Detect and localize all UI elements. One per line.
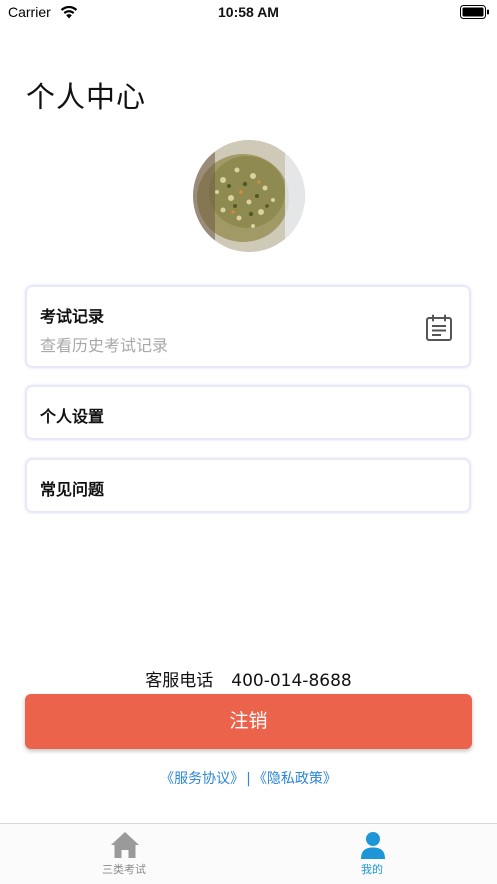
service-phone-label: 客服电话 xyxy=(145,671,214,691)
faq-title: 常见问题 xyxy=(40,480,105,499)
personal-settings-title: 个人设置 xyxy=(40,407,105,426)
service-phone-line: 客服电话 400-014-8688 xyxy=(0,666,497,691)
tab-mine[interactable]: 我的 xyxy=(248,824,496,884)
faq-card[interactable]: 常见问题 xyxy=(26,459,470,512)
service-phone-number[interactable]: 400-014-8688 xyxy=(231,671,351,691)
logout-button[interactable]: 注销 xyxy=(25,694,472,749)
avatar[interactable] xyxy=(193,140,305,252)
tab-three-class-exam-label: 三类考试 xyxy=(102,863,146,876)
tab-mine-label: 我的 xyxy=(361,863,383,876)
privacy-policy-link[interactable]: 《隐私政策》 xyxy=(253,771,337,787)
personal-settings-card[interactable]: 个人设置 xyxy=(26,386,470,439)
avatar-image xyxy=(193,140,305,252)
page-title: 个人中心 xyxy=(26,80,147,114)
tab-three-class-exam[interactable]: 三类考试 xyxy=(0,824,248,884)
tab-bar: 三类考试 我的 xyxy=(0,823,497,884)
agreement-separator: | xyxy=(246,771,251,787)
status-bar: Carrier 10:58 AM xyxy=(0,0,497,26)
user-icon xyxy=(361,832,385,859)
service-agreement-link[interactable]: 《服务协议》 xyxy=(160,771,244,787)
calendar-icon xyxy=(426,314,452,341)
battery-icon xyxy=(460,5,489,19)
exam-records-title: 考试记录 xyxy=(40,307,105,326)
agreement-links: 《服务协议》 | 《隐私政策》 xyxy=(0,768,497,788)
home-icon xyxy=(111,832,139,858)
exam-records-subtitle: 查看历史考试记录 xyxy=(40,336,169,355)
status-time: 10:58 AM xyxy=(218,4,279,20)
exam-records-card[interactable]: 考试记录 查看历史考试记录 xyxy=(26,286,470,367)
